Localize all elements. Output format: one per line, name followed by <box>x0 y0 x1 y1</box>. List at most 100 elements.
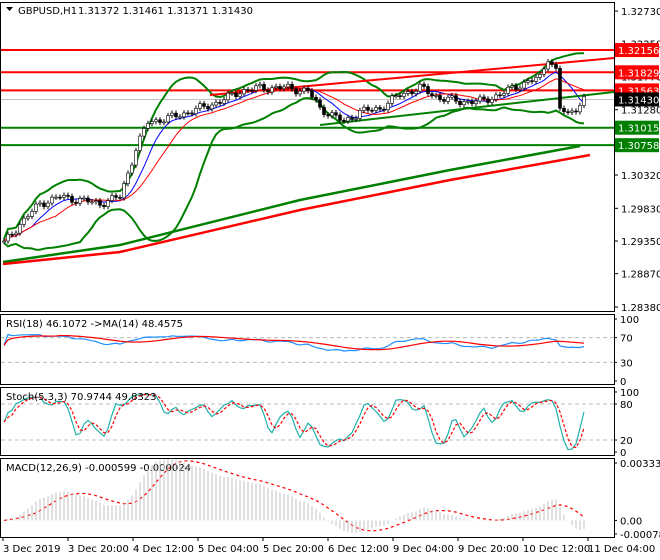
candle-body <box>98 200 102 206</box>
candle-body <box>74 201 78 204</box>
candle-body <box>502 93 506 96</box>
candle-body <box>458 100 462 106</box>
axis-tick-label: 80 <box>620 400 633 411</box>
candle-body <box>6 234 10 242</box>
candle-body <box>46 202 50 207</box>
candle-body <box>558 68 562 109</box>
candle-body <box>178 116 182 119</box>
stochastic-panel[interactable]: 10080 200 Stoch(5,3,3) 70.9744 49.8323 <box>0 387 640 460</box>
time-tick-label: 9 Dec 20:00 <box>458 544 519 555</box>
candle-body <box>330 112 334 117</box>
candle-body <box>490 98 494 103</box>
symbol-label: GBPUSD,H1 <box>18 6 77 17</box>
candle-body <box>134 150 138 166</box>
candle-body <box>202 103 206 107</box>
candle-body <box>230 92 234 95</box>
indicator-title: RSI(18) 46.1072 ->MA(14) 48.4575 <box>6 319 183 330</box>
candle-body <box>250 89 254 92</box>
candle-body <box>358 110 362 119</box>
candle-body <box>418 83 422 92</box>
indicator-title: MACD(12,26,9) -0.000599 -0.000024 <box>6 463 191 474</box>
candle-body <box>486 98 490 103</box>
candle-body <box>118 197 122 199</box>
candle-body <box>50 196 54 204</box>
chart-header: GBPUSD,H1 1.31372 1.31461 1.31371 1.3143… <box>6 6 253 17</box>
candle-body <box>562 107 566 112</box>
price-tick-label: 1.28870 <box>621 270 660 281</box>
candle-body <box>30 211 34 217</box>
candle-body <box>374 107 378 111</box>
candle-body <box>570 110 574 113</box>
candle-body <box>270 87 274 93</box>
candle-body <box>90 201 94 204</box>
price-level-label: 1.31430 <box>618 95 659 106</box>
time-tick-label: 11 Dec 04:00 <box>588 544 655 555</box>
candle-body <box>158 119 162 123</box>
axis-tick-label: 100 <box>620 315 639 326</box>
candle-body <box>234 92 238 97</box>
axis-tick-label: 0.00 <box>620 516 642 527</box>
time-tick-label: 3 Dec 2019 <box>3 544 61 555</box>
candle-body <box>338 114 342 121</box>
candle-body <box>442 99 446 102</box>
price-level-label: 1.30758 <box>618 141 659 152</box>
candle-body <box>430 93 434 97</box>
candle-body <box>194 108 198 115</box>
candle-body <box>574 110 578 113</box>
candle-body <box>366 106 370 111</box>
indicator-title: Stoch(5,3,3) 70.9744 49.8323 <box>6 392 157 403</box>
price-tick-label: 1.31280 <box>621 106 660 117</box>
price-tick-label: 1.30320 <box>621 171 660 182</box>
candle-body <box>546 61 550 70</box>
candle-body <box>514 85 518 90</box>
macd-panel[interactable]: 0.00333 0.00 -0.000786 MACD(12,26,9) -0.000… <box>0 458 660 542</box>
price-tick-label: 1.28380 <box>621 303 660 314</box>
candle-body <box>350 117 354 120</box>
candle-body <box>170 112 174 116</box>
rsi-panel[interactable]: 100 70 30 0 RSI(18) 46.1072 ->MA(14) 48.4575 <box>0 314 640 389</box>
price-level-label: 1.31015 <box>618 124 659 135</box>
candle-body <box>450 95 454 98</box>
price-tick-label: 1.29830 <box>621 204 660 215</box>
candle-body <box>34 203 38 212</box>
candle-body <box>222 99 226 104</box>
candle-body <box>354 118 358 120</box>
candle-body <box>530 80 534 82</box>
candle-body <box>274 86 278 88</box>
axis-tick-label: 0 <box>620 448 626 459</box>
candle-body <box>438 95 442 100</box>
candle-body <box>306 87 310 92</box>
candle-body <box>426 86 430 94</box>
candle-body <box>402 93 406 97</box>
candle-body <box>506 86 510 94</box>
candle-body <box>582 96 586 106</box>
candle-body <box>414 90 418 95</box>
candle-body <box>42 202 46 207</box>
candle-body <box>410 91 414 95</box>
candle-body <box>10 234 14 236</box>
candle-body <box>346 117 350 122</box>
candle-body <box>390 95 394 104</box>
candle-body <box>66 194 70 197</box>
candle-body <box>162 121 166 124</box>
candle-body <box>154 119 158 122</box>
candle-body <box>406 91 410 94</box>
price-panel[interactable]: 1.327301.322501.317701.312801.303201.298… <box>0 2 660 315</box>
candle-body <box>290 83 294 90</box>
candle-body <box>142 128 146 137</box>
candle-body <box>62 194 66 198</box>
candle-body <box>146 123 150 129</box>
candle-body <box>218 101 222 104</box>
candle-body <box>198 103 202 109</box>
candle-body <box>14 232 18 235</box>
candle-body <box>190 112 194 115</box>
candle-body <box>282 86 286 90</box>
trading-chart: 1.327301.322501.317701.312801.303201.298… <box>0 2 660 555</box>
candle-body <box>254 85 258 91</box>
candle-body <box>174 112 178 118</box>
candle-body <box>2 240 6 243</box>
candle-body <box>470 100 474 104</box>
candle-body <box>166 115 170 123</box>
candle-body <box>22 217 26 225</box>
candle-body <box>126 172 130 184</box>
